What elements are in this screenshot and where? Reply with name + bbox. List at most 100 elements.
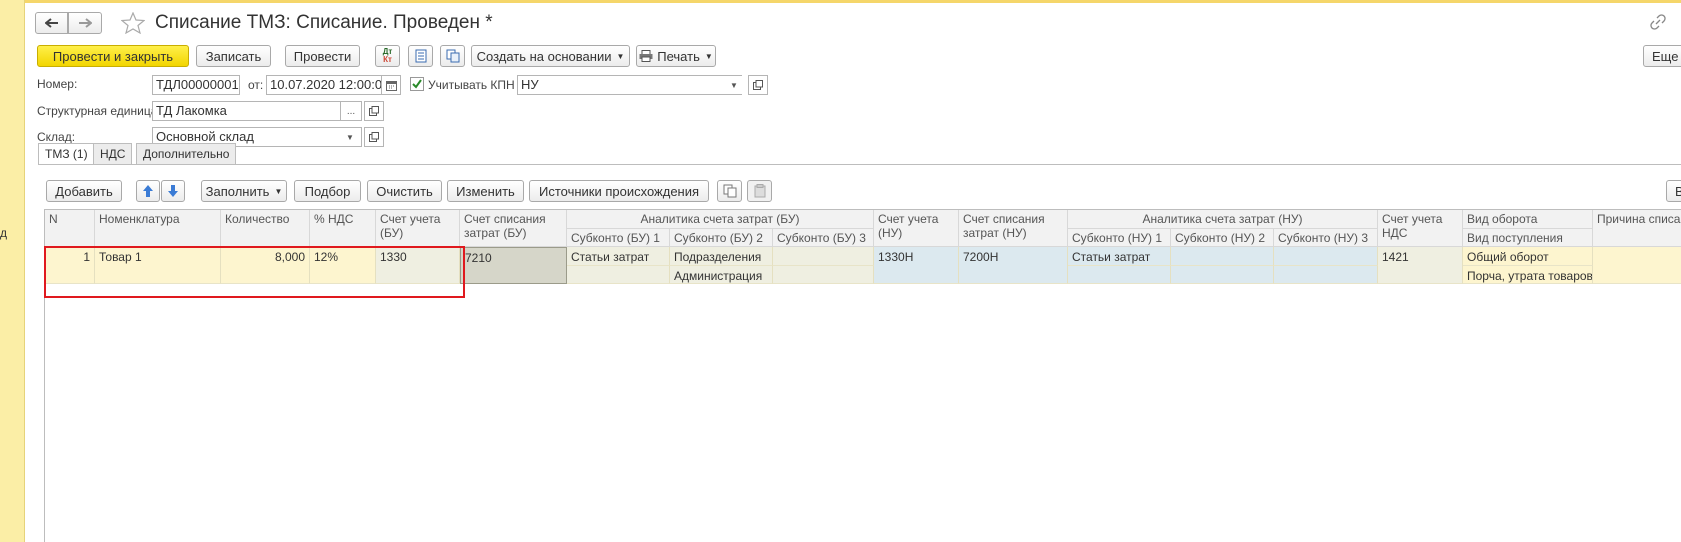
back-button[interactable] bbox=[35, 12, 68, 34]
kpn-label: Учитывать КПН bbox=[428, 78, 515, 92]
column-header-subconto-bu-3[interactable]: Субконто (БУ) 3 bbox=[773, 229, 874, 247]
table-cell-subconto-bu-1[interactable]: Статьи затрат bbox=[567, 247, 670, 266]
dt-kt-button[interactable]: Дт Кт bbox=[375, 45, 400, 67]
print-button[interactable]: Печать ▼ bbox=[636, 45, 716, 67]
calendar-icon bbox=[385, 80, 397, 91]
table-cell-subconto-bu-3[interactable] bbox=[773, 247, 874, 266]
table-cell-subconto-nu-1-extra[interactable] bbox=[1068, 266, 1171, 284]
table-cell-subconto-nu-2-extra[interactable] bbox=[1171, 266, 1274, 284]
column-header-subconto-bu-1[interactable]: Субконто (БУ) 1 bbox=[567, 229, 670, 247]
table-cell-receipt-type[interactable]: Порча, утрата товаров bbox=[1463, 266, 1593, 284]
date-field[interactable]: 10.07.2020 12:00:0 bbox=[266, 75, 382, 95]
copy-icon bbox=[723, 184, 737, 198]
table-cell-turnover-type[interactable]: Общий оборот bbox=[1463, 247, 1593, 266]
kpn-open-button[interactable] bbox=[748, 75, 768, 95]
table-cell-writeoff-bu[interactable]: 7210 bbox=[460, 247, 567, 284]
move-up-button[interactable] bbox=[136, 180, 160, 202]
move-down-button[interactable] bbox=[161, 180, 185, 202]
edit-button[interactable]: Изменить bbox=[447, 180, 524, 202]
column-header-account-nu[interactable]: Счет учета (НУ) bbox=[874, 210, 959, 247]
caret-down-icon: ▼ bbox=[730, 80, 738, 90]
number-field[interactable]: ТДЛ00000001 bbox=[152, 75, 240, 95]
column-group-analytics-nu: Аналитика счета затрат (НУ) bbox=[1068, 210, 1378, 229]
column-header-receipt-type[interactable]: Вид поступления bbox=[1463, 229, 1593, 247]
table-cell-subconto-bu-1-extra[interactable] bbox=[567, 266, 670, 284]
post-and-close-button[interactable]: Провести и закрыть bbox=[37, 45, 189, 67]
warehouse-label: Склад: bbox=[37, 130, 76, 144]
column-header-writeoff-bu[interactable]: Счет списания затрат (БУ) bbox=[460, 210, 567, 247]
column-header-subconto-nu-1[interactable]: Субконто (НУ) 1 bbox=[1068, 229, 1171, 247]
table-cell-subconto-nu-3-extra[interactable] bbox=[1274, 266, 1378, 284]
table-cell-subconto-bu-2[interactable]: Подразделения bbox=[670, 247, 773, 266]
column-header-quantity[interactable]: Количество bbox=[221, 210, 310, 247]
origin-sources-button[interactable]: Источники происхождения bbox=[529, 180, 709, 202]
column-header-writeoff-nu[interactable]: Счет списания затрат (НУ) bbox=[959, 210, 1068, 247]
paste-button[interactable] bbox=[747, 180, 772, 202]
number-label: Номер: bbox=[37, 77, 78, 91]
add-button[interactable]: Добавить bbox=[46, 180, 122, 202]
column-header-nomenclature[interactable]: Номенклатура bbox=[95, 210, 221, 247]
document-journal-button[interactable] bbox=[408, 45, 433, 67]
structural-unit-open-button[interactable] bbox=[364, 101, 384, 121]
open-form-icon bbox=[753, 80, 763, 90]
pick-button[interactable]: Подбор bbox=[294, 180, 361, 202]
kpn-dropdown-button[interactable]: ▼ bbox=[726, 76, 742, 94]
structure-button[interactable] bbox=[440, 45, 465, 67]
highlight-annotation-box bbox=[44, 246, 465, 298]
create-based-on-button[interactable]: Создать на основании ▼ bbox=[471, 45, 630, 67]
kt-label: Кт bbox=[383, 55, 392, 64]
post-button[interactable]: Провести bbox=[285, 45, 360, 67]
warehouse-open-button[interactable] bbox=[364, 127, 384, 147]
column-header-account-bu[interactable]: Счет учета (БУ) bbox=[376, 210, 460, 247]
column-header-account-vat[interactable]: Счет учета НДС bbox=[1378, 210, 1463, 247]
calendar-button[interactable] bbox=[381, 75, 401, 95]
date-label: от: bbox=[248, 78, 264, 92]
checkmark-icon bbox=[411, 78, 423, 90]
link-icon[interactable] bbox=[1650, 14, 1666, 30]
structural-unit-field[interactable]: ТД Лакомка bbox=[152, 101, 342, 121]
table-cell-subconto-nu-1[interactable]: Статьи затрат bbox=[1068, 247, 1171, 266]
left-panel-strip[interactable]: д bbox=[0, 0, 25, 542]
tab-additional[interactable]: Дополнительно bbox=[136, 143, 237, 164]
column-header-turnover-type[interactable]: Вид оборота bbox=[1463, 210, 1593, 229]
column-header-n[interactable]: N bbox=[45, 210, 95, 247]
caret-down-icon: ▼ bbox=[346, 132, 354, 142]
clear-button[interactable]: Очистить bbox=[367, 180, 442, 202]
table-cell-subconto-bu-2-value[interactable]: Администрация bbox=[670, 266, 773, 284]
open-form-icon bbox=[369, 132, 379, 142]
column-header-writeoff-reason[interactable]: Причина списан bbox=[1593, 210, 1681, 247]
save-button[interactable]: Записать bbox=[196, 45, 271, 67]
kpn-select[interactable]: НУ bbox=[517, 75, 742, 95]
paste-icon bbox=[753, 184, 767, 198]
column-header-subconto-nu-3[interactable]: Субконто (НУ) 3 bbox=[1274, 229, 1378, 247]
column-header-vat-rate[interactable]: % НДС bbox=[310, 210, 376, 247]
copy-button[interactable] bbox=[717, 180, 742, 202]
table-cell-subconto-nu-3[interactable] bbox=[1274, 247, 1378, 266]
tab-vat[interactable]: НДС bbox=[93, 143, 133, 164]
arrow-left-icon bbox=[44, 18, 59, 28]
kpn-checkbox[interactable] bbox=[410, 77, 424, 91]
left-panel-text: д bbox=[0, 226, 8, 240]
create-based-on-label: Создать на основании bbox=[476, 48, 612, 64]
column-header-subconto-nu-2[interactable]: Субконто (НУ) 2 bbox=[1171, 229, 1274, 247]
table-cell-subconto-bu-3-extra[interactable] bbox=[773, 266, 874, 284]
favorite-star-icon[interactable] bbox=[121, 12, 145, 34]
more-button[interactable]: Еще bbox=[1643, 45, 1681, 67]
caret-down-icon: ▼ bbox=[274, 186, 283, 196]
table-cell-account-vat[interactable]: 1421 bbox=[1378, 247, 1463, 284]
print-label: Печать bbox=[657, 48, 700, 64]
forward-button[interactable] bbox=[68, 12, 102, 34]
table-more-button[interactable]: В bbox=[1666, 180, 1681, 202]
structural-unit-select-button[interactable]: ... bbox=[340, 101, 362, 121]
table-cell-writeoff-reason[interactable] bbox=[1593, 247, 1681, 284]
table-cell-subconto-nu-2[interactable] bbox=[1171, 247, 1274, 266]
column-header-subconto-bu-2[interactable]: Субконто (БУ) 2 bbox=[670, 229, 773, 247]
table-cell-writeoff-nu[interactable]: 7200Н bbox=[959, 247, 1068, 284]
structural-unit-label: Структурная единица: bbox=[37, 104, 161, 118]
caret-down-icon: ▼ bbox=[704, 51, 713, 61]
fill-button[interactable]: Заполнить ▼ bbox=[201, 180, 287, 202]
warehouse-dropdown-button[interactable]: ▼ bbox=[340, 128, 360, 146]
table-cell-account-nu[interactable]: 1330Н bbox=[874, 247, 959, 284]
tab-tmz[interactable]: ТМЗ (1) bbox=[38, 143, 95, 165]
structure-icon bbox=[446, 49, 460, 63]
